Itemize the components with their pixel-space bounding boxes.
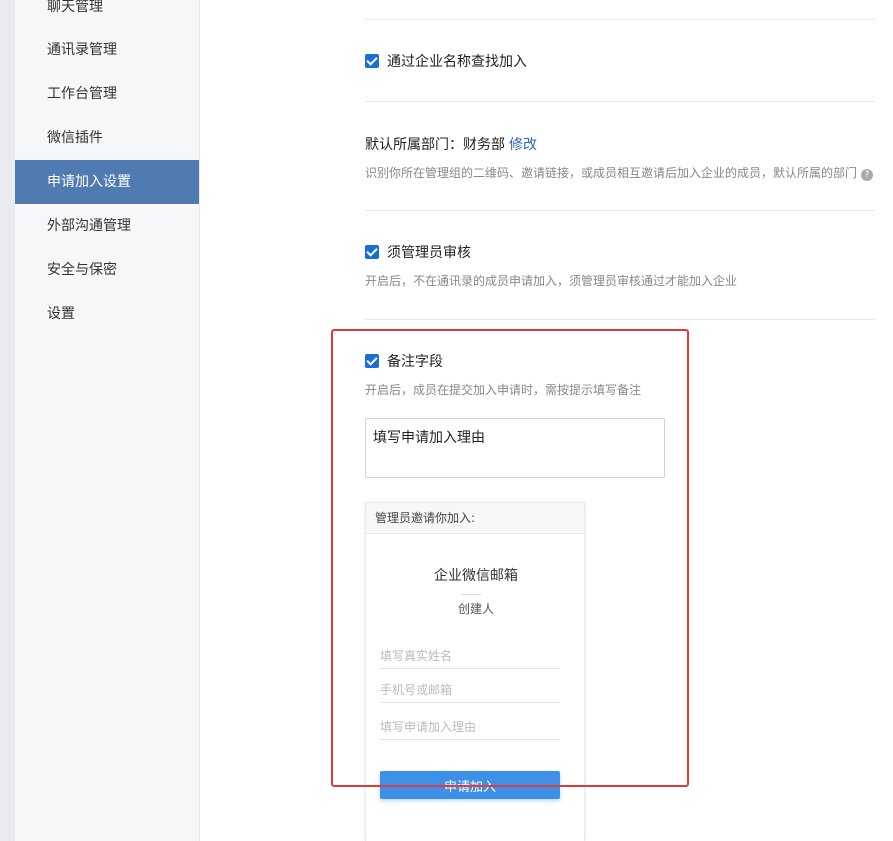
sidebar-item-join-settings[interactable]: 申请加入设置 — [15, 160, 199, 204]
sidebar-item-label: 安全与保密 — [47, 262, 117, 278]
sidebar-item-label: 聊天管理 — [47, 0, 103, 15]
name-field[interactable] — [380, 643, 560, 669]
search-by-name-label: 通过企业名称查找加入 — [387, 54, 527, 70]
creator-label: 创建人 — [457, 602, 494, 616]
help-icon[interactable]: ? — [861, 169, 874, 181]
remark-field-label: 备注字段 — [387, 354, 443, 370]
section-divider — [365, 319, 875, 320]
reason-field[interactable] — [380, 714, 560, 740]
default-dept-desc: 识别你所在管理组的二维码、邀请链接，或成员相互邀请后加入企业的成员，默认所属的部… — [365, 164, 874, 181]
contact-field[interactable] — [380, 677, 560, 703]
admin-review-desc: 开启后，不在通讯录的成员申请加入，须管理员审核通过才能加入企业 — [365, 274, 738, 288]
search-by-name-checkbox[interactable] — [365, 54, 379, 68]
join-form-preview: 管理员邀请你加入: 企业微信邮箱 创建人 申请加入 — [365, 502, 585, 841]
sidebar-item-settings[interactable]: 设置 — [15, 292, 199, 336]
search-by-name-option: 通过企业名称查找加入 — [365, 51, 527, 71]
sidebar-item-external-comm[interactable]: 外部沟通管理 — [15, 204, 199, 248]
sidebar-item-label: 通讯录管理 — [47, 42, 117, 58]
admin-review-label: 须管理员审核 — [387, 245, 471, 261]
preview-divider — [461, 594, 481, 595]
section-divider — [365, 19, 875, 20]
remark-field-checkbox[interactable] — [365, 354, 379, 368]
remark-prompt-input[interactable]: 填写申请加入理由 — [365, 418, 665, 478]
edit-dept-link[interactable]: 修改 — [509, 137, 537, 153]
default-dept-label: 默认所属部门： — [365, 137, 463, 153]
sidebar-item-wechat-plugin[interactable]: 微信插件 — [15, 116, 199, 160]
company-name: 企业微信邮箱 — [434, 568, 518, 584]
section-divider — [365, 101, 875, 102]
remark-field-option: 备注字段 — [365, 351, 443, 371]
sidebar-item-label: 设置 — [47, 306, 75, 322]
sidebar-item-label: 申请加入设置 — [47, 174, 131, 190]
preview-header: 管理员邀请你加入: — [366, 503, 584, 534]
settings-content: 通过企业名称查找加入 默认所属部门：财务部 修改 识别你所在管理组的二维码、邀请链… — [200, 0, 893, 841]
sidebar: 聊天管理 通讯录管理 工作台管理 微信插件 申请加入设置 外部沟通管理 安全与保… — [15, 0, 200, 841]
admin-review-checkbox[interactable] — [365, 245, 379, 259]
default-dept-row: 默认所属部门：财务部 修改 — [365, 134, 537, 154]
sidebar-item-label: 工作台管理 — [47, 86, 117, 102]
sidebar-item-workbench[interactable]: 工作台管理 — [15, 72, 199, 116]
remark-field-desc: 开启后，成员在提交加入申请时，需按提示填写备注 — [365, 383, 642, 397]
admin-review-option: 须管理员审核 — [365, 242, 471, 262]
sidebar-item-contacts[interactable]: 通讯录管理 — [15, 28, 199, 72]
default-dept-desc-text: 识别你所在管理组的二维码、邀请链接，或成员相互邀请后加入企业的成员，默认所属的部… — [365, 166, 858, 180]
section-divider — [365, 210, 875, 211]
sidebar-item-security[interactable]: 安全与保密 — [15, 248, 199, 292]
sidebar-item-label: 外部沟通管理 — [47, 218, 131, 234]
sidebar-item-chat[interactable]: 聊天管理 — [15, 0, 199, 29]
default-dept-value: 财务部 — [463, 137, 505, 153]
left-edge-strip — [0, 0, 15, 841]
apply-join-button[interactable]: 申请加入 — [380, 771, 560, 799]
sidebar-item-label: 微信插件 — [47, 130, 103, 146]
